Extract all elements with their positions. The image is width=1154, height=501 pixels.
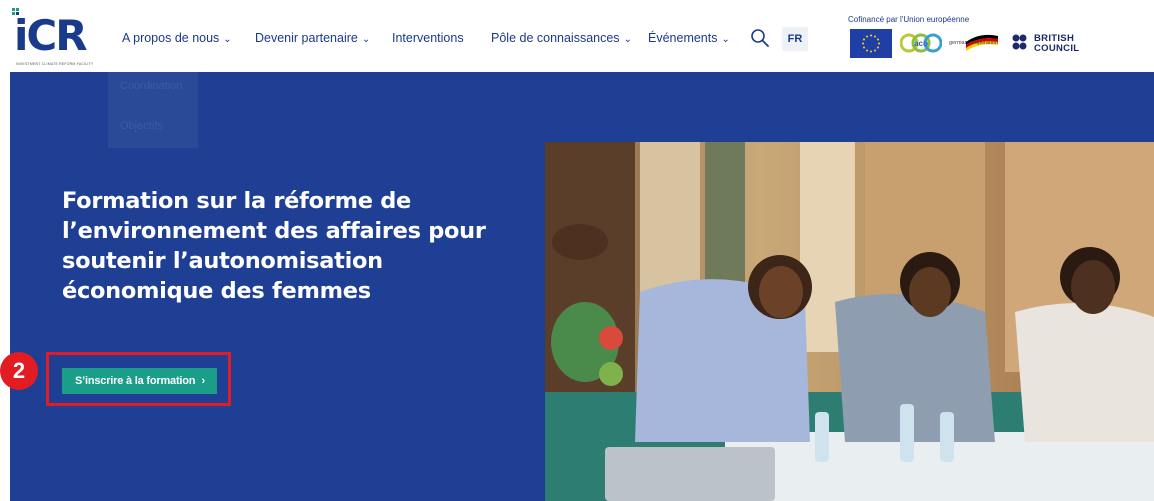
- nav-dropdown-ghost: Coordination Objectifs: [108, 72, 198, 148]
- nav-devenir-partenaire[interactable]: Devenir partenaire ⌄: [255, 31, 370, 45]
- dropdown-item: Coordination: [120, 80, 183, 92]
- language-switcher[interactable]: FR: [782, 27, 808, 51]
- german-cooperation-logo-icon: german cooperation: [949, 34, 998, 51]
- site-header: iCR INVESTMENT CLIMATE REFORM FACILITY A…: [0, 0, 1154, 72]
- nav-a-propos[interactable]: A propos de nous ⌄: [122, 31, 232, 45]
- nav-label: A propos de nous: [122, 31, 220, 45]
- nav-label: Interventions: [392, 31, 464, 45]
- british-council-logo: BRITISH COUNCIL: [1012, 33, 1082, 55]
- bc-line2: COUNCIL: [1034, 42, 1080, 54]
- nav-label: Pôle de connaissances: [491, 31, 620, 45]
- hero-photo: [545, 142, 1154, 501]
- cta-label: S’inscrire à la formation: [75, 375, 196, 387]
- step-number-badge: 2: [0, 352, 38, 390]
- logo-subtitle: INVESTMENT CLIMATE REFORM FACILITY: [16, 62, 94, 66]
- aco-text: aco: [914, 39, 928, 48]
- nav-interventions[interactable]: Interventions: [392, 31, 464, 45]
- giz-text: german cooperation: [949, 40, 998, 46]
- icr-logo[interactable]: iCR INVESTMENT CLIMATE REFORM FACILITY: [12, 8, 98, 66]
- british-council-dots-icon: [1012, 34, 1027, 50]
- chevron-right-icon: ›: [201, 375, 206, 387]
- chevron-down-icon: ⌄: [223, 34, 232, 45]
- dropdown-item: Objectifs: [120, 120, 163, 132]
- chevron-down-icon: ⌄: [623, 34, 632, 45]
- register-training-button[interactable]: S’inscrire à la formation ›: [62, 368, 217, 394]
- cofinance-label: Cofinancé par l'Union européenne: [848, 15, 970, 24]
- nav-label: Devenir partenaire: [255, 31, 358, 45]
- search-icon[interactable]: [750, 28, 770, 48]
- aco-logo-icon: aco: [900, 33, 942, 53]
- eu-flag-icon: [850, 29, 892, 58]
- nav-label: Événements: [648, 31, 718, 45]
- logo-wordmark: iCR: [14, 11, 88, 60]
- nav-pole-connaissances[interactable]: Pôle de connaissances ⌄: [491, 31, 632, 45]
- british-council-text: BRITISH COUNCIL: [1034, 34, 1079, 53]
- chevron-down-icon: ⌄: [721, 34, 730, 45]
- chevron-down-icon: ⌄: [361, 34, 371, 45]
- hero-title: Formation sur la réforme de l’environnem…: [62, 188, 486, 304]
- nav-evenements[interactable]: Événements ⌄: [648, 31, 730, 45]
